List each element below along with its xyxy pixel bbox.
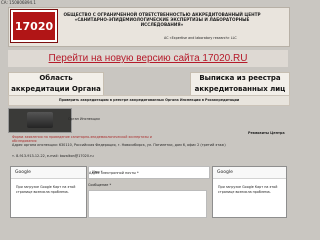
page-id-text: СА: 150806894.1 xyxy=(1,0,36,5)
application-form-link[interactable]: Форма заявления на проведение санитарно-… xyxy=(12,135,155,143)
message-textarea[interactable] xyxy=(88,190,207,218)
inspection-image xyxy=(8,108,72,133)
google-map-error-left: Google При загрузке Google Карт на этой … xyxy=(10,166,87,218)
inspection-label: Орган Инспекции xyxy=(68,117,100,121)
google-error-message-right: При загрузке Google Карт на этой страниц… xyxy=(218,185,278,194)
google-header-left: Google xyxy=(11,167,86,179)
google-error-message-left: При загрузке Google Карт на этой страниц… xyxy=(16,185,76,194)
center-details-link[interactable]: Реквизиты Центра xyxy=(248,131,285,135)
registry-extract-card[interactable]: Выписка из реестра аккредитованных лиц xyxy=(190,72,290,96)
email-input-label: Адрес электронной почты * xyxy=(89,171,139,175)
check-accreditation-link[interactable]: Проверить аккредитацию в реестре аккреди… xyxy=(8,95,290,106)
google-header-right: Google xyxy=(213,167,286,179)
organization-name: ОБЩЕСТВО С ОГРАНИЧЕННОЙ ОТВЕТСТВЕННОСТЬЮ… xyxy=(63,12,261,27)
message-label: Сообщение * xyxy=(88,183,112,187)
organization-english-name: AC «Expertise and laboratory research» L… xyxy=(164,36,237,40)
contact-phones: т. 8-913-913-12-22, e-mail: bazalkon@170… xyxy=(12,154,94,158)
accreditation-scope-card[interactable]: Область аккредитации Органа Инспекции xyxy=(8,72,104,104)
logo: 17020 xyxy=(11,10,57,42)
new-site-banner-link[interactable]: Перейти на новую версию сайта 17020.RU xyxy=(8,50,288,67)
contact-address: Адрес органа инспекции: 630110, Российск… xyxy=(12,143,226,147)
google-map-error-right: Google При загрузке Google Карт на этой … xyxy=(212,166,287,218)
